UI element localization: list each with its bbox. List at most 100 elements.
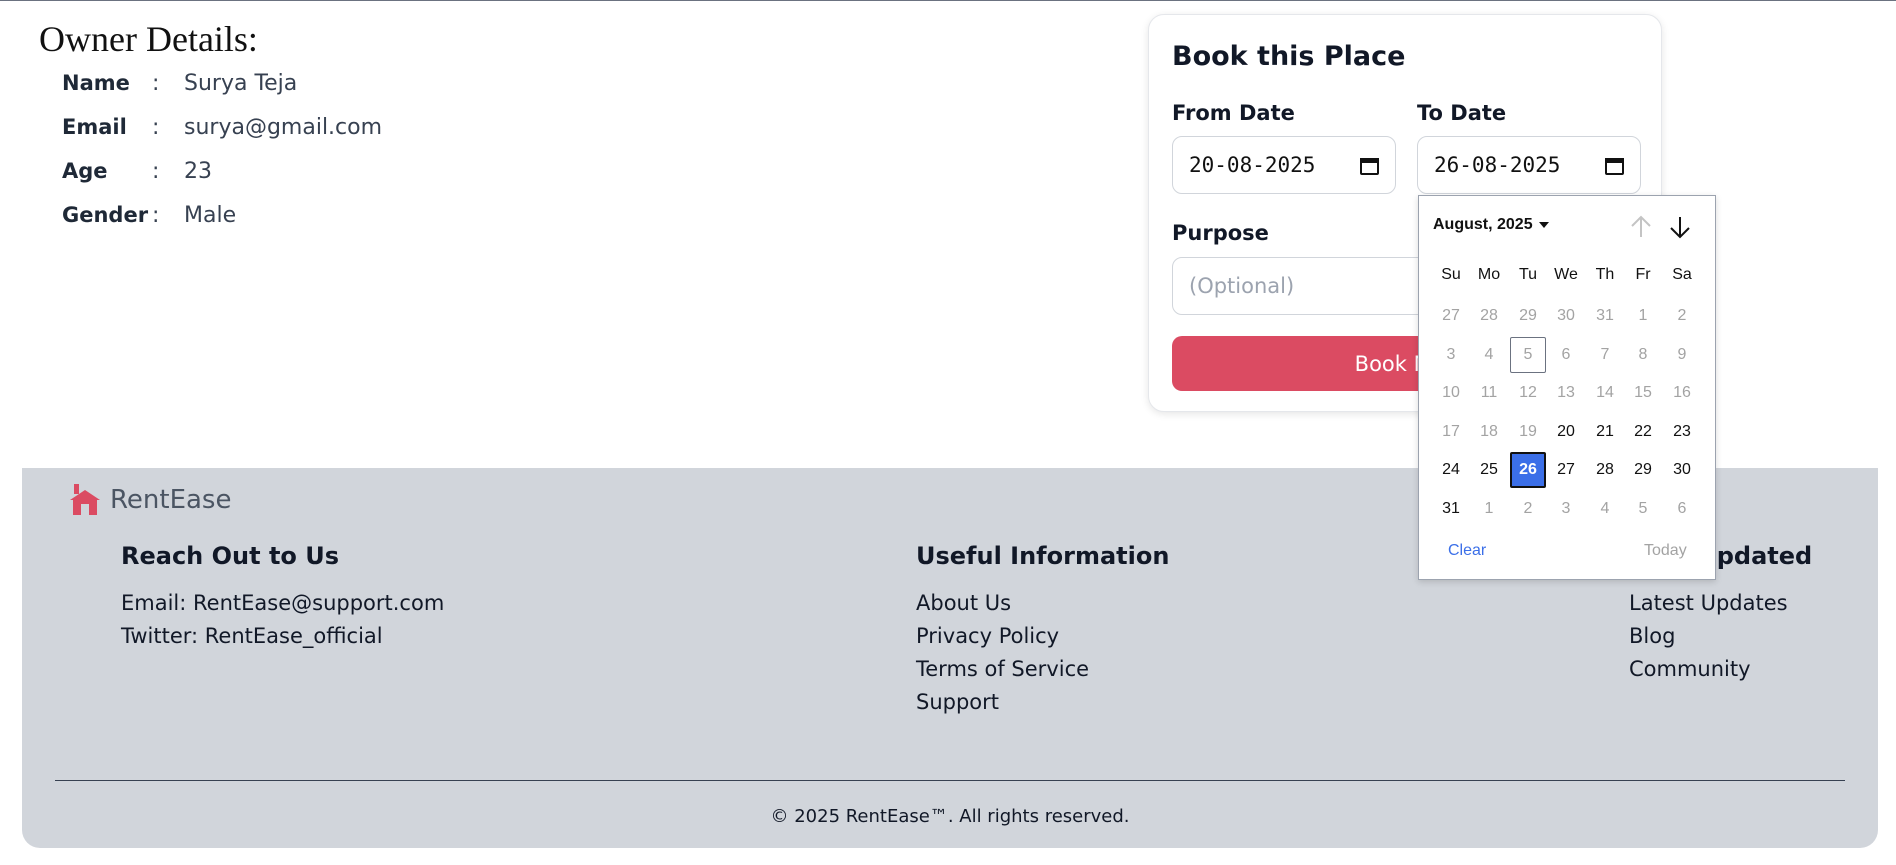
owner-row-email: Email : surya@gmail.com bbox=[62, 109, 382, 145]
calendar-day[interactable]: 4 bbox=[1587, 491, 1623, 527]
footer-link-updates[interactable]: Latest Updates bbox=[1629, 587, 1812, 620]
top-border bbox=[0, 0, 1896, 1]
month-year-label: August, 2025 bbox=[1433, 216, 1533, 233]
owner-colon: : bbox=[152, 202, 160, 228]
calendar-day[interactable]: 5 bbox=[1625, 491, 1661, 527]
footer-link-terms[interactable]: Terms of Service bbox=[916, 653, 1169, 686]
from-date-label: From Date bbox=[1172, 101, 1295, 125]
footer-heading: Reach Out to Us bbox=[121, 542, 340, 570]
calendar-day: 13 bbox=[1557, 384, 1575, 402]
calendar-day: 18 bbox=[1480, 422, 1498, 440]
calendar-day[interactable]: 30 bbox=[1664, 452, 1700, 488]
owner-details-title: Owner Details: bbox=[39, 19, 258, 59]
weekday-header: Tu bbox=[1518, 266, 1538, 283]
owner-value: Male bbox=[184, 202, 237, 228]
calendar-day: 30 bbox=[1557, 307, 1575, 324]
caret-down-icon bbox=[1538, 222, 1549, 228]
clear-button[interactable]: Clear bbox=[1448, 542, 1486, 560]
footer-col-contact: Reach Out to Us Email: RentEase@support.… bbox=[121, 542, 444, 653]
owner-row-name: Name : Surya Teja bbox=[62, 65, 297, 101]
footer-col-info: Useful Information About Us Privacy Poli… bbox=[916, 542, 1169, 719]
footer-twitter: Twitter: RentEase_official bbox=[121, 624, 383, 648]
owner-key: Gender bbox=[62, 203, 149, 227]
calendar-day: 6 bbox=[1561, 345, 1571, 363]
calendar-day: 15 bbox=[1634, 384, 1652, 402]
owner-value: surya@gmail.com bbox=[184, 114, 383, 140]
calendar-day: 16 bbox=[1673, 384, 1691, 402]
weekday-header: Th bbox=[1595, 266, 1615, 283]
footer-link-about[interactable]: About Us bbox=[916, 587, 1169, 620]
arrow-up-icon[interactable] bbox=[1627, 213, 1655, 241]
calendar-day: 1 bbox=[1638, 307, 1648, 324]
calendar-day[interactable]: 23 bbox=[1664, 414, 1700, 450]
copyright-text: © 2025 RentEase™. All rights reserved. bbox=[770, 806, 1130, 827]
calendar-day: 8 bbox=[1638, 345, 1648, 363]
owner-colon: : bbox=[152, 70, 160, 96]
owner-key: Email bbox=[62, 115, 127, 139]
month-year-select[interactable]: August, 2025 bbox=[1433, 216, 1549, 234]
weekday-header: We bbox=[1554, 266, 1578, 283]
to-date-input[interactable]: 26-08-2025 bbox=[1417, 136, 1641, 194]
calendar-icon[interactable] bbox=[1605, 156, 1624, 175]
calendar-day: 14 bbox=[1596, 384, 1614, 402]
calendar-day[interactable]: 5 bbox=[1510, 336, 1546, 373]
calendar-day: 19 bbox=[1519, 422, 1537, 440]
footer-logo[interactable]: RentEase bbox=[68, 484, 231, 516]
calendar-day: 29 bbox=[1519, 307, 1537, 324]
calendar-day: 17 bbox=[1442, 422, 1460, 440]
calendar-day[interactable]: 29 bbox=[1625, 452, 1661, 488]
calendar-day[interactable]: 22 bbox=[1625, 414, 1661, 450]
from-date-input[interactable]: 20-08-2025 bbox=[1172, 136, 1396, 194]
weekday-header: Fr bbox=[1635, 266, 1651, 283]
calendar-day: 2 bbox=[1677, 307, 1687, 324]
calendar-day: 10 bbox=[1442, 384, 1460, 402]
date-picker-popup: August, 2025 Su Mo Tu We Th Fr Sa 27 28 29 30 31 1 2… bbox=[1418, 195, 1716, 580]
calendar-day[interactable]: 28 bbox=[1587, 452, 1623, 488]
calendar-day[interactable]: 21 bbox=[1587, 414, 1623, 450]
today-button[interactable]: Today bbox=[1644, 542, 1687, 560]
calendar-day[interactable]: 20 bbox=[1548, 414, 1584, 450]
calendar-day: 28 bbox=[1480, 307, 1498, 324]
footer-divider bbox=[55, 780, 1845, 781]
brand-name: RentEase bbox=[110, 485, 232, 515]
owner-key: Age bbox=[62, 159, 108, 183]
weekday-header: Mo bbox=[1477, 266, 1501, 283]
calendar-day: 11 bbox=[1480, 384, 1498, 402]
house-icon bbox=[70, 484, 100, 515]
footer-link-blog[interactable]: Blog bbox=[1629, 620, 1812, 653]
purpose-placeholder: (Optional) bbox=[1189, 274, 1295, 298]
owner-row-gender: Gender : Male bbox=[62, 197, 236, 233]
owner-colon: : bbox=[152, 158, 160, 184]
calendar-day: 31 bbox=[1596, 307, 1614, 324]
calendar-day[interactable]: 25 bbox=[1471, 452, 1507, 488]
owner-value: Surya Teja bbox=[184, 70, 298, 96]
footer-email: Email: RentEase@support.com bbox=[121, 591, 445, 615]
calendar-day: 9 bbox=[1677, 345, 1687, 363]
footer-link-privacy[interactable]: Privacy Policy bbox=[916, 620, 1169, 653]
weekday-header: Su bbox=[1441, 266, 1461, 283]
to-date-value: 26-08-2025 bbox=[1434, 153, 1561, 177]
selected-day[interactable]: 26 bbox=[1510, 452, 1546, 489]
calendar-icon[interactable] bbox=[1360, 156, 1379, 175]
from-date-value: 20-08-2025 bbox=[1189, 153, 1316, 177]
calendar-day[interactable]: 1 bbox=[1471, 491, 1507, 527]
footer-link-community[interactable]: Community bbox=[1629, 653, 1812, 686]
to-date-label: To Date bbox=[1417, 101, 1507, 125]
calendar-day[interactable]: 3 bbox=[1548, 491, 1584, 527]
footer-heading: Useful Information bbox=[916, 542, 1170, 570]
calendar-day[interactable]: 24 bbox=[1433, 452, 1469, 488]
calendar-day[interactable]: 31 bbox=[1433, 491, 1469, 527]
calendar-day: 3 bbox=[1446, 345, 1456, 363]
purpose-label: Purpose bbox=[1172, 221, 1269, 245]
owner-value: 23 bbox=[184, 158, 212, 184]
calendar-day[interactable]: 6 bbox=[1664, 491, 1700, 527]
owner-colon: : bbox=[152, 114, 160, 140]
calendar-day[interactable]: 2 bbox=[1510, 491, 1546, 527]
booking-title: Book this Place bbox=[1172, 41, 1406, 72]
footer-link-support[interactable]: Support bbox=[916, 686, 1169, 719]
calendar-day[interactable]: 27 bbox=[1548, 452, 1584, 488]
arrow-down-icon[interactable] bbox=[1666, 213, 1694, 241]
calendar-day: 27 bbox=[1442, 307, 1460, 324]
calendar-day: 12 bbox=[1519, 384, 1537, 402]
owner-key: Name bbox=[62, 71, 130, 95]
